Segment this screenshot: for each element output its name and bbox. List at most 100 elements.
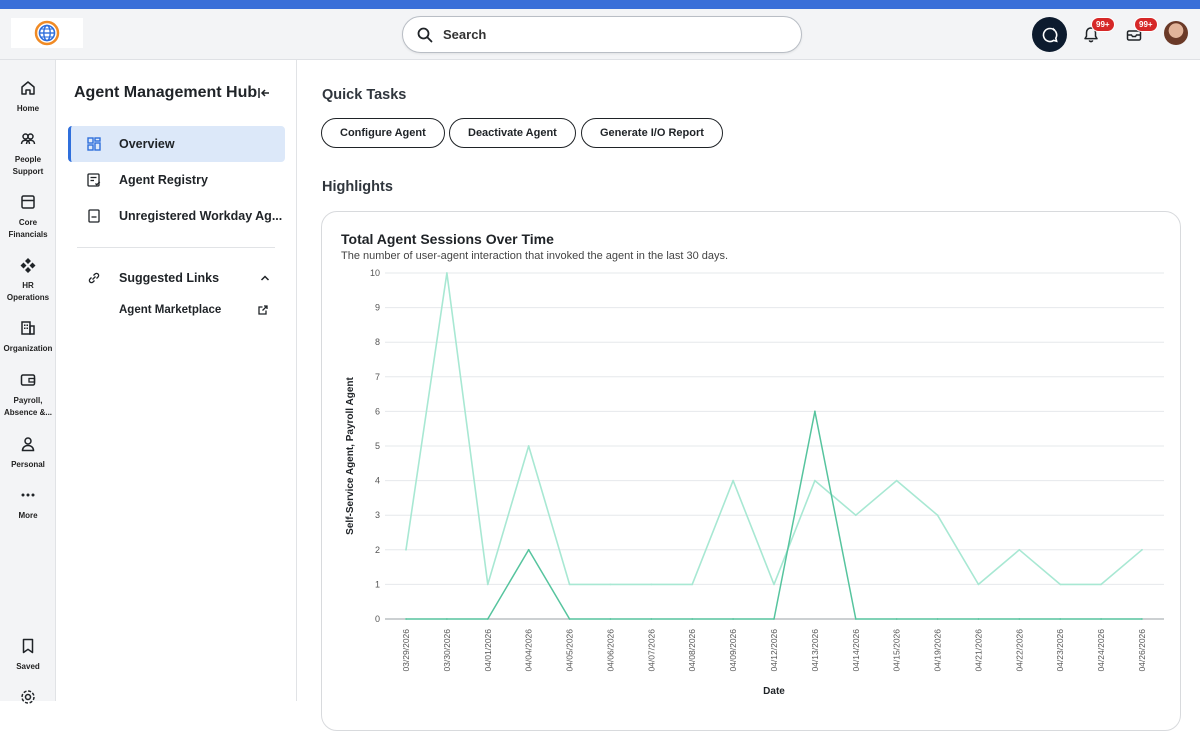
company-logo[interactable] (11, 18, 83, 48)
suggested-links-toggle[interactable]: Suggested Links (68, 260, 285, 296)
y-tick-label: 7 (375, 372, 380, 382)
notifications-button[interactable]: 99+ (1079, 17, 1115, 47)
data-point (813, 479, 816, 482)
rail-label: Saved (16, 662, 40, 671)
y-tick-label: 8 (375, 337, 380, 347)
link-icon (88, 272, 100, 284)
x-tick-label: 04/06/2026 (605, 629, 615, 672)
data-point (895, 479, 898, 482)
x-tick-label: 04/22/2026 (1014, 629, 1024, 672)
rail-label: Personal (11, 460, 45, 469)
agent-marketplace-link[interactable]: Agent Marketplace (119, 304, 221, 316)
data-point (486, 583, 489, 586)
data-point (977, 583, 980, 586)
data-point (527, 445, 530, 447)
rail-item-home[interactable]: Home (0, 76, 56, 115)
sessions-line-chart: 0 1 2 3 4 5 6 7 8 9 10 03/29/2026 03/30/2026 04/01/20… (345, 268, 1164, 697)
data-point (609, 583, 612, 586)
external-link-icon[interactable] (257, 304, 269, 316)
gear-icon (21, 690, 35, 704)
nav-item-overview[interactable]: Overview (68, 126, 285, 162)
data-point (650, 618, 653, 620)
person-icon (21, 437, 35, 452)
rail-item-personal[interactable]: Personal (0, 432, 56, 471)
y-tick-label: 3 (375, 510, 380, 520)
x-tick-label: 04/04/2026 (524, 629, 534, 672)
x-tick-label: 04/26/2026 (1137, 629, 1147, 672)
home-icon (21, 81, 35, 95)
box-icon (21, 195, 35, 209)
data-point (445, 618, 448, 620)
data-point (445, 272, 448, 274)
x-tick-label: 04/05/2026 (565, 629, 575, 672)
nav-item-label: Unregistered Workday Ag... (119, 209, 283, 223)
data-point (691, 618, 694, 620)
rail-label: More (18, 511, 38, 520)
rail-item-more[interactable]: More (0, 483, 56, 522)
data-point (527, 548, 530, 551)
rail-label: Payroll, Absence &... (4, 396, 53, 417)
configure-agent-button[interactable]: Configure Agent (321, 118, 445, 148)
data-point (650, 583, 653, 586)
x-tick-label: 04/24/2026 (1096, 629, 1106, 672)
y-axis-label: Self-Service Agent, Payroll Agent (345, 377, 356, 535)
data-point (1018, 618, 1021, 620)
data-point (813, 410, 816, 413)
x-tick-label: 04/09/2026 (728, 629, 738, 672)
data-point (691, 583, 694, 586)
data-point (1100, 583, 1103, 586)
rail-item-core-financials[interactable]: Core Financials (0, 190, 56, 241)
data-point (1100, 618, 1103, 620)
y-tick-label: 0 (375, 614, 380, 624)
list-check-icon (87, 173, 101, 187)
more-icon (21, 493, 35, 497)
user-avatar[interactable] (1164, 21, 1188, 45)
x-tick-label: 03/30/2026 (442, 629, 452, 672)
chevron-up-icon (260, 275, 270, 281)
x-tick-label: 04/13/2026 (810, 629, 820, 672)
rail-item-organization[interactable]: Organization (0, 316, 56, 355)
inbox-button[interactable]: 99+ (1122, 17, 1158, 47)
search-input[interactable]: Search (402, 16, 802, 53)
data-point (1018, 548, 1021, 551)
data-point (609, 618, 612, 620)
assistant-chat-icon (1042, 27, 1058, 42)
data-point (1141, 618, 1143, 620)
building-icon (21, 321, 35, 335)
y-tick-label: 5 (375, 441, 380, 451)
assistant-button[interactable] (1032, 17, 1067, 52)
data-point (405, 618, 407, 620)
sessions-chart-card: Total Agent Sessions Over Time The numbe… (321, 211, 1181, 731)
rail-item-saved[interactable]: Saved (0, 634, 56, 673)
data-point (1141, 548, 1143, 551)
nav-item-unregistered-agents[interactable]: Unregistered Workday Ag... (68, 198, 285, 234)
rail-item-people-support[interactable]: People Support (0, 127, 56, 178)
rail-item-hr-operations[interactable]: HR Operations (0, 253, 56, 304)
nav-item-agent-registry[interactable]: Agent Registry (68, 162, 285, 198)
x-tick-label: 04/21/2026 (973, 629, 983, 672)
diamond-grid-icon (20, 258, 36, 273)
grid-icon (87, 137, 101, 151)
rail-item-settings[interactable] (0, 685, 56, 709)
x-tick-label: 04/01/2026 (483, 629, 493, 672)
globe-logo-icon (34, 20, 60, 46)
data-point (936, 514, 939, 517)
nav-item-label: Agent Registry (119, 173, 208, 187)
rail-item-payroll[interactable]: Payroll, Absence &... (0, 368, 56, 419)
generate-io-report-button[interactable]: Generate I/O Report (581, 118, 723, 148)
y-tick-label: 1 (375, 579, 380, 589)
hub-title: Agent Management Hub (74, 84, 258, 101)
search-icon (417, 27, 433, 42)
data-point (732, 618, 735, 620)
app-rail: Home People Support Core Financials HR O… (0, 60, 56, 704)
hub-sidenav: Agent Management Hub Overview Agent Regi… (56, 60, 297, 701)
x-tick-label: 04/19/2026 (933, 629, 943, 672)
data-point (936, 618, 939, 620)
y-tick-label: 6 (375, 406, 380, 416)
rail-label: People Support (12, 155, 44, 176)
data-point (895, 618, 898, 620)
collapse-panel-icon[interactable] (256, 85, 272, 101)
deactivate-agent-button[interactable]: Deactivate Agent (449, 118, 576, 148)
x-tick-label: 04/07/2026 (646, 629, 656, 672)
y-tick-label: 4 (375, 476, 380, 486)
